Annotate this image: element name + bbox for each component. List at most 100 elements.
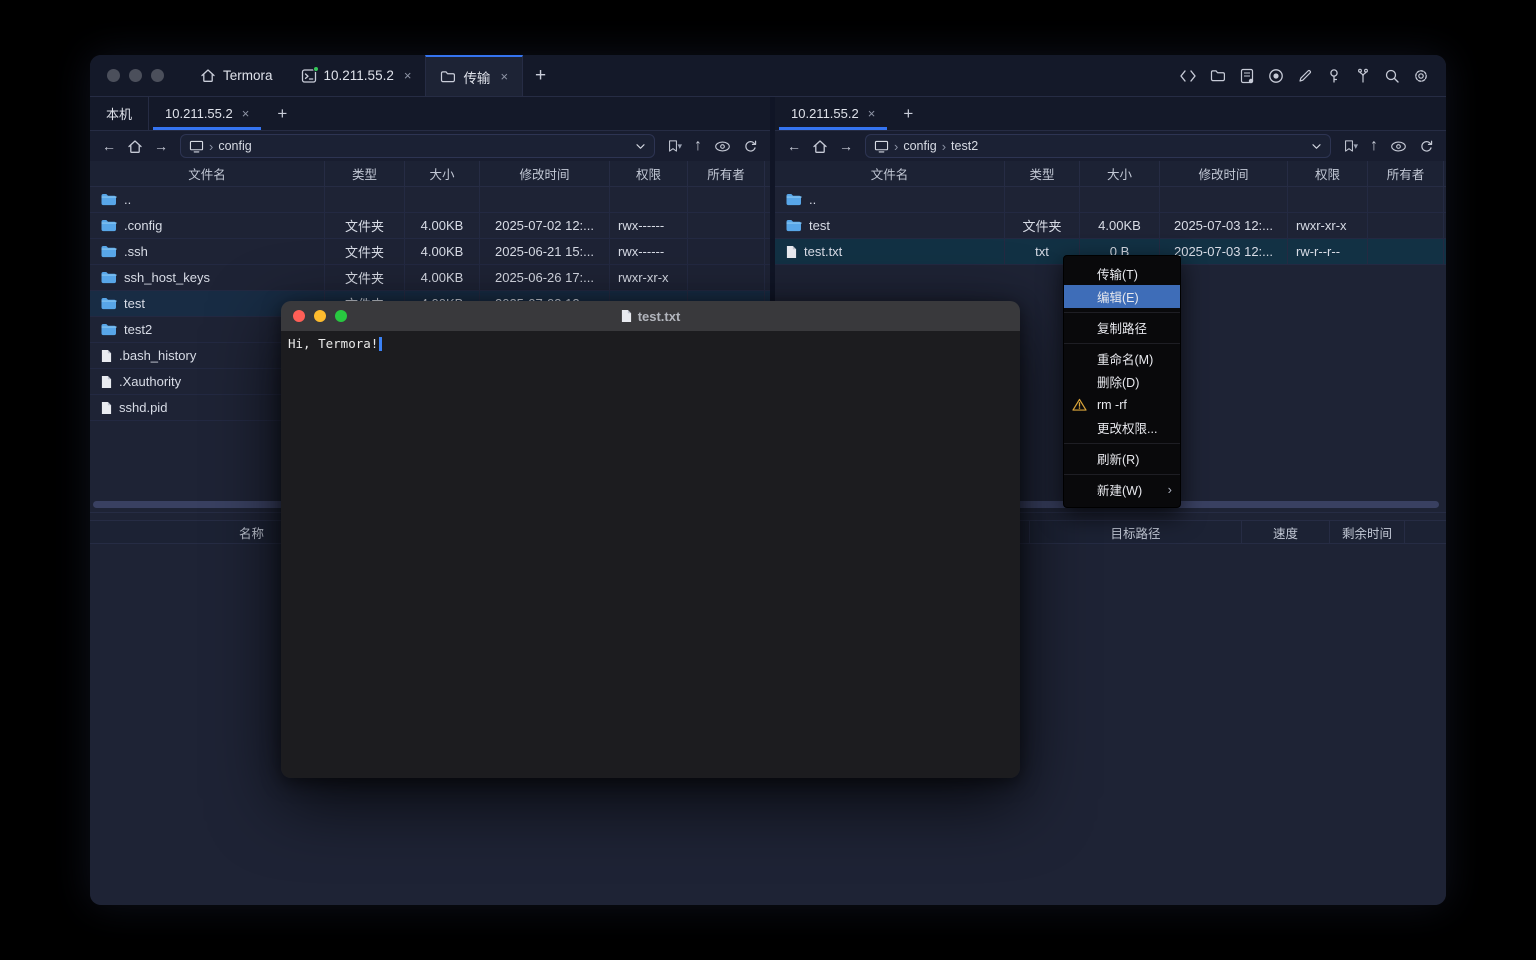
menu-item-更改权限...[interactable]: 更改权限... [1064, 416, 1180, 439]
file-owner-cell [688, 265, 765, 290]
file-size-cell: 4.00KB [405, 239, 480, 264]
menu-item-传输(T)[interactable]: 传输(T) [1064, 262, 1180, 285]
window-zoom-button[interactable] [151, 69, 164, 82]
file-size-cell: 4.00KB [1080, 213, 1160, 238]
bookmark-button[interactable]: ▾ [1339, 139, 1362, 153]
column-header-文件名[interactable]: 文件名 [775, 161, 1005, 186]
menu-item-新建(W)[interactable]: 新建(W)› [1064, 478, 1180, 501]
window-close-button[interactable] [107, 69, 120, 82]
editor-zoom-button[interactable] [335, 310, 347, 322]
editor-close-button[interactable] [293, 310, 305, 322]
tab-label: 传输 [463, 67, 490, 87]
key-icon[interactable] [1326, 68, 1342, 84]
breadcrumb-segment[interactable]: config [903, 139, 936, 153]
file-mtime-cell: 2025-06-21 15:... [480, 239, 610, 264]
column-header-大小[interactable]: 大小 [1080, 161, 1160, 186]
file-mtime-cell: 2025-06-26 17:... [480, 265, 610, 290]
menu-item-label: 编辑(E) [1097, 287, 1139, 306]
transfer-column-目标路径[interactable]: 目标路径 [1030, 521, 1242, 543]
forward-button[interactable]: → [835, 138, 857, 154]
file-perm-cell: rwxr-xr-x [610, 265, 688, 290]
column-header-所有者[interactable]: 所有者 [1368, 161, 1444, 186]
transfer-column-剩余时间[interactable]: 剩余时间 [1330, 521, 1405, 543]
panel-tab-10.211.55.2[interactable]: 10.211.55.2× [149, 97, 265, 130]
transfer-column-速度[interactable]: 速度 [1242, 521, 1330, 543]
panel-tab-本机[interactable]: 本机 [90, 97, 149, 130]
file-row-..[interactable]: .. [775, 187, 1446, 213]
file-mtime-cell [480, 187, 610, 212]
folder-icon [101, 245, 117, 258]
refresh-button[interactable] [1415, 139, 1438, 154]
column-header-所有者[interactable]: 所有者 [688, 161, 765, 186]
folder-icon [786, 193, 802, 206]
back-button[interactable]: ← [98, 138, 120, 154]
chevron-down-icon[interactable] [1311, 143, 1322, 150]
editor-content[interactable]: Hi, Termora! [281, 331, 1020, 778]
editor-minimize-button[interactable] [314, 310, 326, 322]
back-button[interactable]: ← [783, 138, 805, 154]
new-panel-tab-button[interactable]: + [891, 97, 925, 130]
edit-icon[interactable] [1297, 68, 1313, 84]
column-header-类型[interactable]: 类型 [325, 161, 405, 186]
file-row-..[interactable]: .. [90, 187, 770, 213]
titlebar-tab-Termora[interactable]: Termora [186, 55, 287, 96]
column-header-权限[interactable]: 权限 [610, 161, 688, 186]
home-button[interactable] [809, 139, 831, 154]
close-tab-icon[interactable]: × [868, 107, 876, 120]
forward-button[interactable]: → [150, 138, 172, 154]
record-icon[interactable] [1268, 68, 1284, 84]
file-type-cell: 文件夹 [325, 213, 405, 238]
file-size-cell [1080, 187, 1160, 212]
parent-directory-button[interactable]: ↑ [690, 137, 706, 155]
new-panel-tab-button[interactable]: + [265, 97, 299, 130]
column-header-修改时间[interactable]: 修改时间 [480, 161, 610, 186]
code-icon[interactable] [1179, 69, 1197, 83]
column-header-修改时间[interactable]: 修改时间 [1160, 161, 1288, 186]
folder-icon[interactable] [1210, 69, 1226, 82]
column-header-文件名[interactable]: 文件名 [90, 161, 325, 186]
settings-icon[interactable] [1413, 68, 1429, 84]
new-tab-button[interactable]: + [523, 55, 558, 96]
file-row-.ssh[interactable]: .ssh文件夹4.00KB2025-06-21 15:...rwx------ [90, 239, 770, 265]
close-tab-icon[interactable]: × [242, 107, 250, 120]
file-row-.config[interactable]: .config文件夹4.00KB2025-07-02 12:...rwx----… [90, 213, 770, 239]
home-button[interactable] [124, 139, 146, 154]
refresh-button[interactable] [739, 139, 762, 154]
menu-item-编辑(E)[interactable]: 编辑(E) [1064, 285, 1180, 308]
event-log-icon[interactable] [1239, 68, 1255, 84]
file-perm-cell: rwx------ [610, 213, 688, 238]
column-header-类型[interactable]: 类型 [1005, 161, 1080, 186]
file-name-cell: .. [90, 187, 325, 212]
file-name: .bash_history [119, 348, 196, 363]
menu-item-刷新(R)[interactable]: 刷新(R) [1064, 447, 1180, 470]
titlebar-tab-10.211.55.2[interactable]: 10.211.55.2× [287, 55, 426, 96]
menu-item-重命名(M)[interactable]: 重命名(M) [1064, 347, 1180, 370]
folder-icon [101, 323, 117, 336]
path-input[interactable]: ›config›test2 [865, 134, 1331, 158]
breadcrumb-segment[interactable]: config [218, 139, 251, 153]
search-icon[interactable] [1384, 68, 1400, 84]
panel-tab-10.211.55.2[interactable]: 10.211.55.2× [775, 97, 891, 130]
show-hidden-files-button[interactable] [710, 141, 735, 152]
key-manager-icon[interactable] [1355, 68, 1371, 84]
parent-directory-button[interactable]: ↑ [1366, 137, 1382, 155]
path-input[interactable]: ›config [180, 134, 655, 158]
menu-item-删除(D)[interactable]: 删除(D) [1064, 370, 1180, 393]
menu-item-复制路径[interactable]: 复制路径 [1064, 316, 1180, 339]
column-header-大小[interactable]: 大小 [405, 161, 480, 186]
editor-titlebar[interactable]: test.txt [281, 301, 1020, 331]
close-tab-icon[interactable]: × [500, 70, 508, 83]
titlebar-tab-传输[interactable]: 传输 × [425, 55, 523, 96]
menu-item-rm -rf[interactable]: rm -rf [1064, 393, 1180, 416]
window-minimize-button[interactable] [129, 69, 142, 82]
column-header-权限[interactable]: 权限 [1288, 161, 1368, 186]
close-tab-icon[interactable]: × [404, 69, 412, 82]
file-row-ssh_host_keys[interactable]: ssh_host_keys文件夹4.00KB2025-06-26 17:...r… [90, 265, 770, 291]
bookmark-button[interactable]: ▾ [663, 139, 686, 153]
file-owner-cell [1368, 187, 1444, 212]
file-size-cell: 4.00KB [405, 265, 480, 290]
chevron-down-icon[interactable] [635, 143, 646, 150]
show-hidden-files-button[interactable] [1386, 141, 1411, 152]
breadcrumb-segment[interactable]: test2 [951, 139, 978, 153]
file-row-test[interactable]: test文件夹4.00KB2025-07-03 12:...rwxr-xr-x [775, 213, 1446, 239]
